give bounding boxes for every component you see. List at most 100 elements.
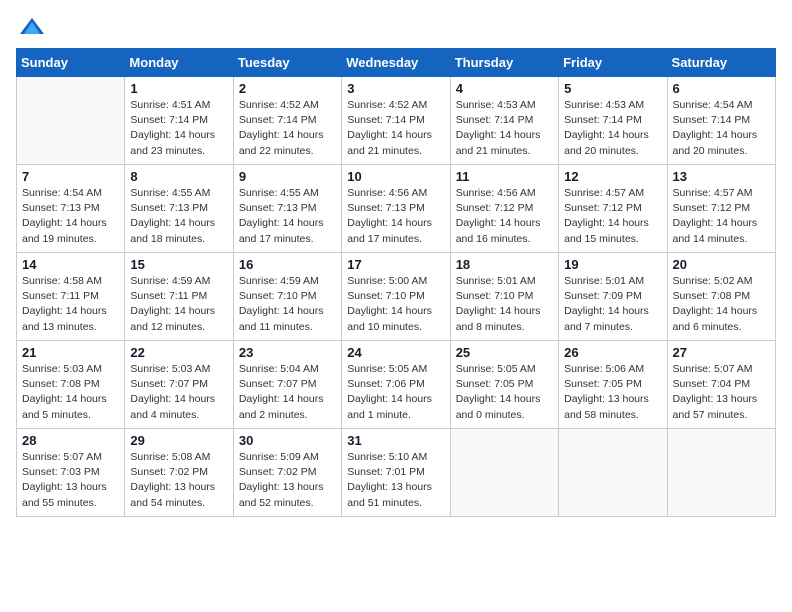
calendar-cell: 25 Sunrise: 5:05 AM Sunset: 7:05 PM Dayli…	[450, 341, 558, 429]
day-number: 14	[22, 257, 119, 272]
calendar-cell	[559, 429, 667, 517]
logo	[16, 16, 46, 36]
calendar-cell	[17, 77, 125, 165]
day-info: Sunrise: 4:55 AM Sunset: 7:13 PM Dayligh…	[130, 186, 227, 247]
day-number: 28	[22, 433, 119, 448]
weekday-header: Saturday	[667, 49, 775, 77]
calendar-cell: 8 Sunrise: 4:55 AM Sunset: 7:13 PM Daylig…	[125, 165, 233, 253]
day-info: Sunrise: 4:52 AM Sunset: 7:14 PM Dayligh…	[347, 98, 444, 159]
weekday-header: Thursday	[450, 49, 558, 77]
day-number: 7	[22, 169, 119, 184]
calendar-cell: 23Sunrise: 5:04 AM Sunset: 7:07 PM Dayli…	[233, 341, 341, 429]
weekday-header: Wednesday	[342, 49, 450, 77]
day-number: 29	[130, 433, 227, 448]
day-number: 10	[347, 169, 444, 184]
calendar-cell: 31 Sunrise: 5:10 AM Sunset: 7:01 PM Dayli…	[342, 429, 450, 517]
day-number: 15	[130, 257, 227, 272]
calendar-cell	[450, 429, 558, 517]
calendar-header: SundayMondayTuesdayWednesdayThursdayFrid…	[17, 49, 776, 77]
day-info: Sunrise: 4:57 AM Sunset: 7:12 PM Dayligh…	[564, 186, 661, 247]
weekday-header: Tuesday	[233, 49, 341, 77]
day-number: 31	[347, 433, 444, 448]
day-info: Sunrise: 5:10 AM Sunset: 7:01 PM Dayligh…	[347, 450, 444, 511]
day-info: Sunrise: 4:55 AM Sunset: 7:13 PM Dayligh…	[239, 186, 336, 247]
day-info: Sunrise: 5:05 AM Sunset: 7:06 PM Dayligh…	[347, 362, 444, 423]
day-info: Sunrise: 5:07 AM Sunset: 7:03 PM Dayligh…	[22, 450, 119, 511]
calendar-cell: 7 Sunrise: 4:54 AM Sunset: 7:13 PM Daylig…	[17, 165, 125, 253]
day-info: Sunrise: 5:06 AM Sunset: 7:05 PM Dayligh…	[564, 362, 661, 423]
day-info: Sunrise: 5:03 AM Sunset: 7:07 PM Dayligh…	[130, 362, 227, 423]
calendar-cell: 10 Sunrise: 4:56 AM Sunset: 7:13 PM Dayli…	[342, 165, 450, 253]
calendar-cell: 12Sunrise: 4:57 AM Sunset: 7:12 PM Dayli…	[559, 165, 667, 253]
day-number: 20	[673, 257, 770, 272]
day-info: Sunrise: 4:52 AM Sunset: 7:14 PM Dayligh…	[239, 98, 336, 159]
day-info: Sunrise: 5:02 AM Sunset: 7:08 PM Dayligh…	[673, 274, 770, 335]
calendar-cell: 28 Sunrise: 5:07 AM Sunset: 7:03 PM Dayli…	[17, 429, 125, 517]
day-info: Sunrise: 5:00 AM Sunset: 7:10 PM Dayligh…	[347, 274, 444, 335]
calendar-cell: 11 Sunrise: 4:56 AM Sunset: 7:12 PM Dayli…	[450, 165, 558, 253]
day-number: 23	[239, 345, 336, 360]
day-info: Sunrise: 4:53 AM Sunset: 7:14 PM Dayligh…	[564, 98, 661, 159]
day-number: 30	[239, 433, 336, 448]
day-number: 25	[456, 345, 553, 360]
weekday-header: Friday	[559, 49, 667, 77]
calendar-cell: 13 Sunrise: 4:57 AM Sunset: 7:12 PM Dayli…	[667, 165, 775, 253]
calendar-cell: 20 Sunrise: 5:02 AM Sunset: 7:08 PM Dayli…	[667, 253, 775, 341]
calendar-cell: 22 Sunrise: 5:03 AM Sunset: 7:07 PM Dayli…	[125, 341, 233, 429]
day-info: Sunrise: 4:54 AM Sunset: 7:14 PM Dayligh…	[673, 98, 770, 159]
day-info: Sunrise: 4:57 AM Sunset: 7:12 PM Dayligh…	[673, 186, 770, 247]
day-number: 1	[130, 81, 227, 96]
day-number: 4	[456, 81, 553, 96]
day-info: Sunrise: 4:54 AM Sunset: 7:13 PM Dayligh…	[22, 186, 119, 247]
day-number: 13	[673, 169, 770, 184]
calendar-cell: 4Sunrise: 4:53 AM Sunset: 7:14 PM Daylig…	[450, 77, 558, 165]
calendar-cell: 6Sunrise: 4:54 AM Sunset: 7:14 PM Daylig…	[667, 77, 775, 165]
calendar-cell: 9 Sunrise: 4:55 AM Sunset: 7:13 PM Daylig…	[233, 165, 341, 253]
day-info: Sunrise: 4:51 AM Sunset: 7:14 PM Dayligh…	[130, 98, 227, 159]
day-info: Sunrise: 5:05 AM Sunset: 7:05 PM Dayligh…	[456, 362, 553, 423]
day-info: Sunrise: 5:01 AM Sunset: 7:09 PM Dayligh…	[564, 274, 661, 335]
day-info: Sunrise: 5:03 AM Sunset: 7:08 PM Dayligh…	[22, 362, 119, 423]
day-info: Sunrise: 4:59 AM Sunset: 7:11 PM Dayligh…	[130, 274, 227, 335]
day-info: Sunrise: 5:08 AM Sunset: 7:02 PM Dayligh…	[130, 450, 227, 511]
calendar-cell: 17 Sunrise: 5:00 AM Sunset: 7:10 PM Dayli…	[342, 253, 450, 341]
calendar-cell: 19 Sunrise: 5:01 AM Sunset: 7:09 PM Dayli…	[559, 253, 667, 341]
day-number: 11	[456, 169, 553, 184]
weekday-header: Monday	[125, 49, 233, 77]
day-number: 18	[456, 257, 553, 272]
day-number: 9	[239, 169, 336, 184]
calendar-cell: 5 Sunrise: 4:53 AM Sunset: 7:14 PM Daylig…	[559, 77, 667, 165]
day-info: Sunrise: 4:58 AM Sunset: 7:11 PM Dayligh…	[22, 274, 119, 335]
day-info: Sunrise: 5:09 AM Sunset: 7:02 PM Dayligh…	[239, 450, 336, 511]
day-info: Sunrise: 4:56 AM Sunset: 7:12 PM Dayligh…	[456, 186, 553, 247]
logo-icon	[18, 16, 46, 36]
calendar-cell: 27 Sunrise: 5:07 AM Sunset: 7:04 PM Dayli…	[667, 341, 775, 429]
day-info: Sunrise: 4:56 AM Sunset: 7:13 PM Dayligh…	[347, 186, 444, 247]
calendar-cell: 21 Sunrise: 5:03 AM Sunset: 7:08 PM Dayli…	[17, 341, 125, 429]
day-number: 24	[347, 345, 444, 360]
calendar-cell: 29 Sunrise: 5:08 AM Sunset: 7:02 PM Dayli…	[125, 429, 233, 517]
page-header	[16, 16, 776, 36]
day-number: 8	[130, 169, 227, 184]
day-number: 19	[564, 257, 661, 272]
calendar-table: SundayMondayTuesdayWednesdayThursdayFrid…	[16, 48, 776, 517]
day-number: 16	[239, 257, 336, 272]
day-number: 22	[130, 345, 227, 360]
day-number: 27	[673, 345, 770, 360]
day-number: 3	[347, 81, 444, 96]
day-number: 5	[564, 81, 661, 96]
day-number: 17	[347, 257, 444, 272]
weekday-header: Sunday	[17, 49, 125, 77]
day-info: Sunrise: 4:59 AM Sunset: 7:10 PM Dayligh…	[239, 274, 336, 335]
day-info: Sunrise: 5:01 AM Sunset: 7:10 PM Dayligh…	[456, 274, 553, 335]
calendar-cell: 26Sunrise: 5:06 AM Sunset: 7:05 PM Dayli…	[559, 341, 667, 429]
calendar-cell: 2Sunrise: 4:52 AM Sunset: 7:14 PM Daylig…	[233, 77, 341, 165]
day-info: Sunrise: 5:07 AM Sunset: 7:04 PM Dayligh…	[673, 362, 770, 423]
calendar-cell: 16 Sunrise: 4:59 AM Sunset: 7:10 PM Dayli…	[233, 253, 341, 341]
calendar-cell: 30 Sunrise: 5:09 AM Sunset: 7:02 PM Dayli…	[233, 429, 341, 517]
calendar-cell: 15 Sunrise: 4:59 AM Sunset: 7:11 PM Dayli…	[125, 253, 233, 341]
calendar-cell: 3 Sunrise: 4:52 AM Sunset: 7:14 PM Daylig…	[342, 77, 450, 165]
calendar-cell: 14 Sunrise: 4:58 AM Sunset: 7:11 PM Dayli…	[17, 253, 125, 341]
calendar-cell: 18 Sunrise: 5:01 AM Sunset: 7:10 PM Dayli…	[450, 253, 558, 341]
day-number: 21	[22, 345, 119, 360]
